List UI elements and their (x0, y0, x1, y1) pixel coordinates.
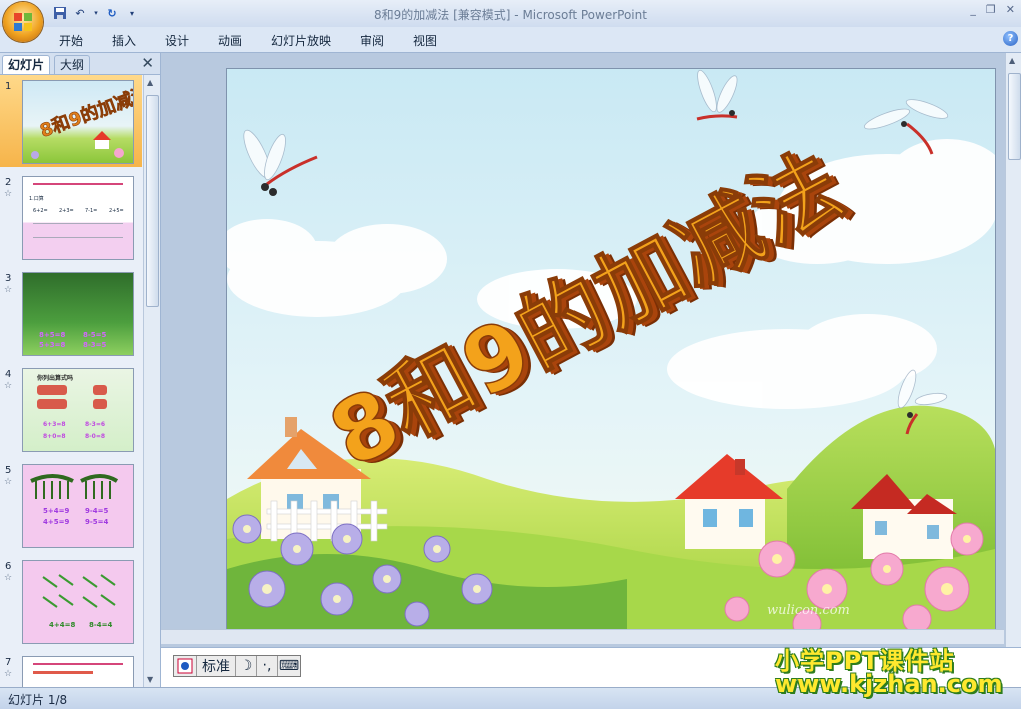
thumbnail-image: 1.口算 6+2= 2+3= 7-1= 2+5= (22, 176, 134, 260)
pane-tabs: 幻灯片 大纲 ✕ (0, 53, 160, 75)
slide-thumbnail-3[interactable]: 3 ☆ 8+5=8 8-5=5 5+3=8 8-3=5 (0, 267, 142, 359)
tab-animation[interactable]: 动画 (218, 32, 242, 49)
slide-number: 2 (5, 177, 12, 188)
tab-home[interactable]: 开始 (59, 32, 83, 49)
scroll-up-icon[interactable]: ▲ (147, 78, 153, 87)
slides-pane: 幻灯片 大纲 ✕ 1 8和9的加减法 2 ☆ 1.口算 6+2= 2+3= 7-… (0, 53, 161, 687)
thumbnail-list: 1 8和9的加减法 2 ☆ 1.口算 6+2= 2+3= 7-1= 2+5= 3… (0, 75, 142, 687)
ribbon-tabs: 开始 插入 设计 动画 幻灯片放映 审阅 视图 ? (0, 27, 1021, 53)
minimize-button[interactable]: _ (970, 3, 976, 16)
scroll-thumb[interactable] (146, 95, 159, 307)
slide-artwork: 8和9的加减法 8和9的加减法 8和9的加减法 wulicon.com (227, 69, 995, 633)
tab-review[interactable]: 审阅 (360, 32, 384, 49)
slide-counter: 幻灯片 1/8 (8, 693, 68, 707)
svg-text:8和9的加减法: 8和9的加减法 (37, 82, 133, 142)
animation-star-icon: ☆ (4, 189, 13, 199)
window-controls: _ ❐ ✕ (970, 3, 1015, 16)
slide-number: 3 (5, 273, 12, 284)
office-logo-icon (14, 13, 32, 31)
tab-insert[interactable]: 插入 (112, 32, 136, 49)
slide-number: 6 (5, 561, 12, 572)
thumbnail-image: 5+4=9 9-4=5 4+5=9 9-5=4 (22, 464, 134, 548)
ime-toolbar[interactable]: 标准 ☽ ‧, ⌨ (173, 655, 301, 677)
ime-logo-icon[interactable] (174, 656, 197, 676)
tab-outline[interactable]: 大纲 (54, 55, 91, 74)
animation-star-icon: ☆ (4, 381, 13, 391)
thumbnail-scrollbar[interactable]: ▲ ▼ (143, 75, 160, 687)
watermark-url: www.kjzhan.com (775, 670, 1003, 698)
title-bar: ↶ ▾ ↻ ▾ 8和9的加减法 [兼容模式] - Microsoft Power… (0, 0, 1021, 27)
slide-number: 1 (5, 81, 12, 92)
slide-thumbnail-7[interactable]: 7 ☆ (0, 651, 142, 687)
slide-thumbnail-5[interactable]: 5 ☆ 5+4=9 9-4=5 4+5=9 9-5=4 (0, 459, 142, 551)
thumbnail-image: 你列出算式吗 6+3=8 8-3=6 8+0=8 8-0=8 (22, 368, 134, 452)
slide-number: 4 (5, 369, 12, 380)
current-slide[interactable]: 8和9的加减法 8和9的加减法 8和9的加减法 wulicon.com (226, 68, 996, 634)
pane-close-icon[interactable]: ✕ (141, 54, 154, 72)
office-button[interactable] (3, 2, 43, 42)
thumbnail-image: 4+4=8 8-4=4 (22, 560, 134, 644)
close-button[interactable]: ✕ (1006, 3, 1015, 16)
scroll-up-icon[interactable]: ▲ (1009, 56, 1015, 65)
animation-star-icon: ☆ (4, 477, 13, 487)
animation-star-icon: ☆ (4, 573, 13, 583)
slide-thumbnail-1[interactable]: 1 8和9的加减法 (0, 75, 142, 167)
thumbnail-image: 8+5=8 8-5=5 5+3=8 8-3=5 (22, 272, 134, 356)
tab-slideshow[interactable]: 幻灯片放映 (271, 32, 331, 49)
thumbnail-image: 8和9的加减法 (22, 80, 134, 164)
ime-keyboard-icon[interactable]: ⌨ (278, 656, 300, 676)
slide-thumbnail-6[interactable]: 6 ☆ 4+4=8 8-4=4 (0, 555, 142, 647)
window-title: 8和9的加减法 [兼容模式] - Microsoft PowerPoint (374, 8, 647, 22)
slide-number: 7 (5, 657, 12, 668)
ime-mode-button[interactable]: 标准 (197, 656, 236, 676)
animation-star-icon: ☆ (4, 285, 13, 295)
restore-button[interactable]: ❐ (986, 3, 996, 16)
tab-view[interactable]: 视图 (413, 32, 437, 49)
slide-thumbnail-4[interactable]: 4 ☆ 你列出算式吗 6+3=8 8-3=6 8+0=8 8-0=8 (0, 363, 142, 455)
help-icon[interactable]: ? (1003, 31, 1018, 46)
slide-thumbnail-2[interactable]: 2 ☆ 1.口算 6+2= 2+3= 7-1= 2+5= (0, 171, 142, 263)
ime-halfwidth-icon[interactable]: ☽ (236, 656, 257, 676)
slide-number: 5 (5, 465, 12, 476)
thumbnail-image (22, 656, 134, 687)
tab-slides[interactable]: 幻灯片 (2, 55, 51, 74)
animation-star-icon: ☆ (4, 669, 13, 679)
editor-vertical-scrollbar[interactable]: ▲ (1005, 53, 1021, 647)
scroll-thumb[interactable] (1008, 73, 1021, 160)
slide-credit: wulicon.com (767, 603, 850, 618)
tab-design[interactable]: 设计 (165, 32, 189, 49)
slide-editor: 8和9的加减法 8和9的加减法 8和9的加减法 wulicon.com ▲ (161, 53, 1021, 647)
ime-punctuation-icon[interactable]: ‧, (257, 656, 278, 676)
scroll-down-icon[interactable]: ▼ (147, 675, 153, 684)
